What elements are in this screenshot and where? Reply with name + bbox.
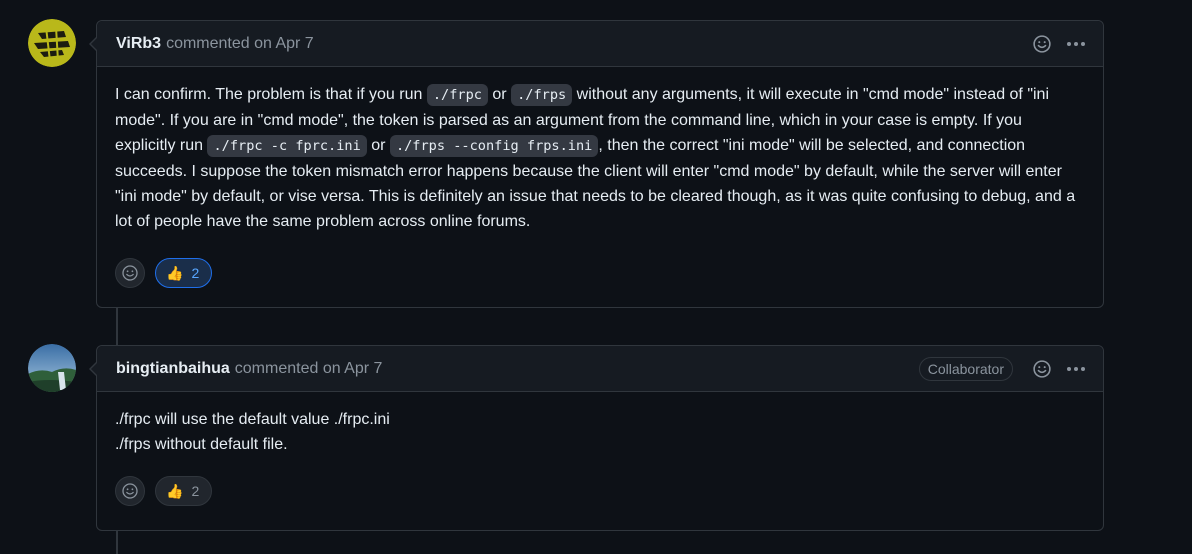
smiley-icon bbox=[122, 265, 138, 281]
inline-code: ./frps --config frps.ini bbox=[389, 135, 599, 157]
inline-code: ./frps bbox=[511, 84, 573, 106]
smiley-icon bbox=[1033, 359, 1051, 378]
inline-code: ./frpc -c fprc.ini bbox=[207, 135, 367, 157]
add-reaction-button[interactable] bbox=[115, 258, 145, 288]
comment-text: I can confirm. The problem is that if yo… bbox=[115, 86, 427, 103]
comment-header: ViRb3 commented on Apr 7 bbox=[89, 21, 1103, 67]
kebab-horizontal-icon bbox=[1067, 41, 1085, 46]
thumbs-up-reaction[interactable]: 👍 2 bbox=[155, 476, 213, 506]
comment-body: I can confirm. The problem is that if yo… bbox=[97, 67, 1103, 240]
comment-timestamp[interactable]: commented on Apr 7 bbox=[235, 360, 383, 378]
add-reaction-button[interactable] bbox=[1029, 356, 1055, 382]
comment-text: or bbox=[487, 86, 512, 103]
avatar-image bbox=[28, 19, 76, 67]
comment-text: or bbox=[366, 137, 390, 154]
comment-paragraph: I can confirm. The problem is that if yo… bbox=[115, 82, 1085, 234]
comment-options-button[interactable] bbox=[1063, 356, 1089, 382]
add-reaction-button[interactable] bbox=[115, 476, 145, 506]
kebab-horizontal-icon bbox=[1067, 366, 1085, 371]
avatar[interactable] bbox=[28, 344, 76, 392]
comment-header: bingtianbaihua commented on Apr 7 Collab… bbox=[89, 346, 1103, 392]
reactions-bar: 👍 2 bbox=[97, 476, 1103, 506]
add-reaction-button[interactable] bbox=[1029, 31, 1055, 57]
comment-body: ./frpc will use the default value ./frpc… bbox=[97, 392, 1103, 464]
comment-line: ./frpc will use the default value ./frpc… bbox=[115, 411, 390, 428]
collaborator-badge: Collaborator bbox=[918, 356, 1013, 381]
smiley-icon bbox=[122, 483, 138, 499]
reaction-count: 2 bbox=[191, 265, 200, 281]
thumbs-up-reaction[interactable]: 👍 2 bbox=[155, 258, 213, 288]
comment-card: bingtianbaihua commented on Apr 7 Collab… bbox=[89, 345, 1104, 531]
comment-author[interactable]: bingtianbaihua bbox=[116, 360, 230, 378]
thumbs-up-icon: 👍 bbox=[166, 264, 184, 281]
smiley-icon bbox=[1033, 34, 1051, 53]
comment-author[interactable]: ViRb3 bbox=[116, 35, 161, 53]
timeline-line bbox=[116, 529, 118, 554]
avatar[interactable] bbox=[28, 19, 76, 67]
timeline-line bbox=[116, 305, 118, 345]
reaction-count: 2 bbox=[191, 483, 200, 499]
reactions-bar: 👍 2 bbox=[97, 258, 1103, 288]
comment-line: ./frps without default file. bbox=[115, 436, 288, 453]
thumbs-up-icon: 👍 bbox=[166, 482, 184, 499]
comment-timestamp[interactable]: commented on Apr 7 bbox=[166, 35, 314, 53]
comment-card: ViRb3 commented on Apr 7 I can confirm. … bbox=[89, 20, 1104, 308]
inline-code: ./frpc bbox=[426, 84, 488, 106]
comment-options-button[interactable] bbox=[1063, 31, 1089, 57]
avatar-image bbox=[28, 344, 76, 392]
